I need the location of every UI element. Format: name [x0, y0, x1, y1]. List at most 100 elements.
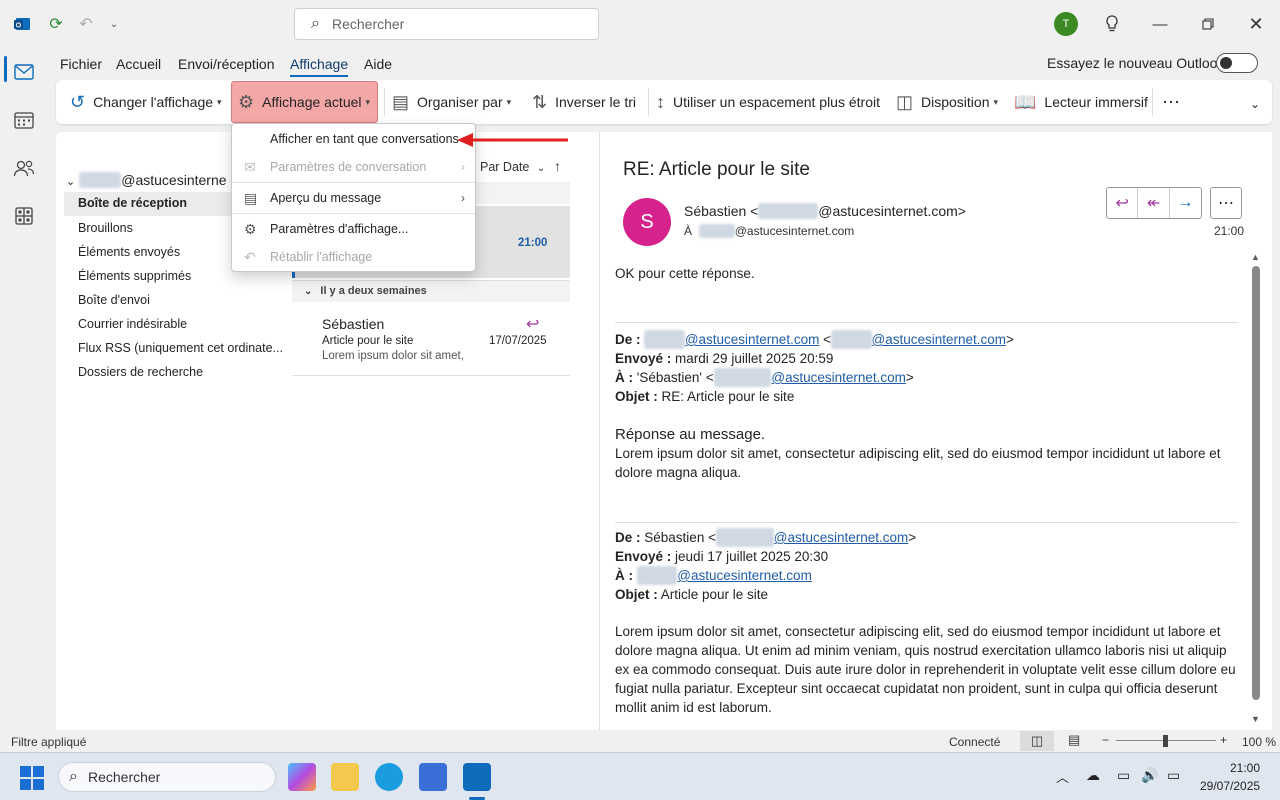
reading-scrollbar[interactable]: ▲ ▼ [1250, 252, 1262, 727]
forward-icon[interactable]: → [1170, 188, 1201, 218]
copilot-icon[interactable] [288, 763, 316, 791]
onedrive-icon[interactable]: ☁ [1086, 767, 1100, 784]
store-icon[interactable] [419, 763, 447, 791]
quote1-from-blurred2: tutoriel [830, 330, 872, 349]
mail-icon[interactable] [12, 60, 36, 84]
reading-view-icon[interactable]: ▤ [1068, 732, 1080, 748]
sender-avatar[interactable]: S [623, 198, 671, 246]
calendar-icon[interactable] [12, 108, 36, 132]
quote2-sent-value: jeudi 17 juillet 2025 20:30 [675, 549, 829, 564]
user-avatar[interactable]: T [1054, 12, 1078, 36]
layout-button[interactable]: ◫ Disposition ▾ [896, 82, 998, 122]
arrange-by-button[interactable]: ▤ Organiser par ▾ [392, 82, 511, 122]
menu-item-show-as-conversations[interactable]: Afficher en tant que conversations [232, 124, 475, 154]
message-preview-icon: ▤ [244, 189, 258, 206]
group-header[interactable]: ⌄ Il y a deux semaines [292, 280, 570, 302]
taskbar-time[interactable]: 21:00 [1230, 761, 1260, 775]
reply-icon[interactable]: ↩ [1107, 188, 1139, 218]
list-item-preview: Lorem ipsum dolor sit amet, [322, 350, 464, 362]
current-view-button[interactable]: ⚙ Affichage actuel ▾ [231, 81, 378, 123]
more-actions-icon[interactable]: ⋯ [1210, 187, 1242, 219]
menu-tabs: Fichier Accueil Envoi/réception Affichag… [48, 48, 1280, 78]
menu-item-conversation-settings: ✉ Paramètres de conversation › [232, 152, 475, 182]
zoom-slider-thumb[interactable] [1163, 735, 1168, 747]
outlook-taskbar-icon[interactable] [463, 763, 491, 791]
zoom-out-icon[interactable]: − [1102, 733, 1109, 747]
folder-outbox[interactable]: Boîte d'envoi [78, 293, 150, 307]
change-view-button[interactable]: ↺ Changer l'affichage ▾ [70, 82, 222, 122]
compact-spacing-button[interactable]: ↕ Utiliser un espacement plus étroit [656, 82, 880, 122]
sort-direction-arrow-icon[interactable]: ↑ [554, 158, 561, 174]
scroll-up-arrow-icon[interactable]: ▲ [1251, 252, 1260, 262]
chevron-right-icon: › [461, 160, 465, 174]
chevron-down-icon: ▾ [365, 96, 371, 107]
scroll-down-arrow-icon[interactable]: ▼ [1251, 714, 1260, 724]
tab-accueil[interactable]: Accueil [116, 56, 161, 72]
quick-access-dropdown-icon[interactable]: ⌄ [104, 14, 124, 34]
menu-item-label: Afficher en tant que conversations [270, 132, 459, 146]
quote1-reply-body: Lorem ipsum dolor sit amet, consectetur … [615, 446, 1221, 480]
sort-by-date-button[interactable]: Par Date ⌄ [480, 160, 545, 174]
chevron-down-icon: ▾ [993, 96, 999, 107]
apps-icon[interactable] [12, 204, 36, 228]
quote1-from-email-link[interactable]: @astucesinternet.com [685, 332, 820, 347]
new-outlook-toggle[interactable] [1216, 53, 1258, 73]
quote2-to-email-link[interactable]: @astucesinternet.com [677, 568, 812, 583]
more-options-icon[interactable]: ⋯ [1162, 82, 1181, 122]
close-button[interactable]: ✕ [1244, 12, 1268, 36]
network-icon[interactable]: ▭ [1117, 767, 1130, 784]
layout-label: Disposition [921, 94, 990, 110]
chevron-down-icon: ⌄ [304, 286, 313, 297]
ribbon-divider [648, 88, 649, 116]
quote1-to-email-link[interactable]: @astucesinternet.com [771, 370, 906, 385]
reverse-sort-button[interactable]: ⇅ Inverser le tri [532, 82, 636, 122]
folder-sent[interactable]: Éléments envoyés [78, 245, 180, 259]
scrollbar-thumb[interactable] [1252, 266, 1260, 700]
tab-affichage[interactable]: Affichage [290, 56, 349, 77]
immersive-reader-button[interactable]: 📖 Lecteur immersif [1014, 82, 1148, 122]
folder-rss[interactable]: Flux RSS (uniquement cet ordinate... [78, 341, 283, 355]
taskbar-search-input[interactable]: ⌕ Rechercher [58, 762, 276, 792]
menu-item-message-preview[interactable]: ▤ Aperçu du message › [232, 183, 475, 213]
tab-envoi-reception[interactable]: Envoi/réception [178, 56, 275, 72]
folder-junk[interactable]: Courrier indésirable [78, 317, 187, 331]
minimize-button[interactable]: — [1148, 12, 1172, 36]
chevron-down-icon: ▾ [506, 96, 512, 107]
volume-icon[interactable]: 🔊 [1141, 767, 1158, 784]
chevron-up-icon[interactable]: ︿ [1056, 767, 1069, 786]
file-explorer-icon[interactable] [331, 763, 359, 791]
lightbulb-icon[interactable] [1100, 12, 1124, 36]
edge-browser-icon[interactable] [375, 763, 403, 791]
maximize-button[interactable] [1196, 12, 1220, 36]
quote2-from-email-link[interactable]: @astucesinternet.com [774, 530, 909, 545]
zoom-in-icon[interactable]: + [1220, 733, 1227, 747]
ribbon-divider [1152, 88, 1153, 116]
tab-aide[interactable]: Aide [364, 56, 392, 72]
battery-icon[interactable]: ▭ [1167, 767, 1180, 784]
menu-item-view-settings[interactable]: ⚙ Paramètres d'affichage... [232, 214, 475, 244]
tab-fichier[interactable]: Fichier [60, 56, 102, 72]
windows-start-icon[interactable] [20, 766, 44, 793]
undo-icon[interactable]: ↶ [76, 14, 96, 34]
folder-drafts[interactable]: Brouillons [78, 221, 133, 235]
search-input[interactable]: ⌕ Rechercher [294, 8, 599, 40]
reply-all-icon[interactable]: ↞ [1138, 188, 1170, 218]
list-item-date: 17/07/2025 [489, 335, 547, 347]
chevron-down-icon: ⌄ [536, 163, 546, 174]
sender-name: Sébastien < [684, 203, 759, 219]
sync-icon[interactable]: ⟳ [46, 14, 66, 34]
folder-deleted[interactable]: Éléments supprimés [78, 269, 191, 283]
menu-item-label: Aperçu du message [270, 191, 382, 205]
list-item[interactable]: Sébastien ↩ Article pour le site 17/07/2… [292, 304, 570, 376]
quote1-from-email-link-2[interactable]: @astucesinternet.com [872, 332, 1007, 347]
account-header[interactable]: ⌄tutoriel@astucesinterne [66, 172, 227, 188]
ribbon-collapse-icon[interactable]: ⌄ [1250, 94, 1260, 114]
normal-view-icon[interactable]: ◫ [1020, 731, 1054, 751]
taskbar-date[interactable]: 29/07/2025 [1200, 779, 1260, 793]
new-outlook-label: Essayez le nouveau Outlook [1047, 55, 1225, 71]
people-icon[interactable] [12, 156, 36, 180]
quote2-from-label: De : [615, 530, 641, 545]
sender-blurred: sebastien [758, 203, 819, 219]
folder-search[interactable]: Dossiers de recherche [78, 365, 203, 379]
message-time: 21:00 [1214, 224, 1245, 238]
